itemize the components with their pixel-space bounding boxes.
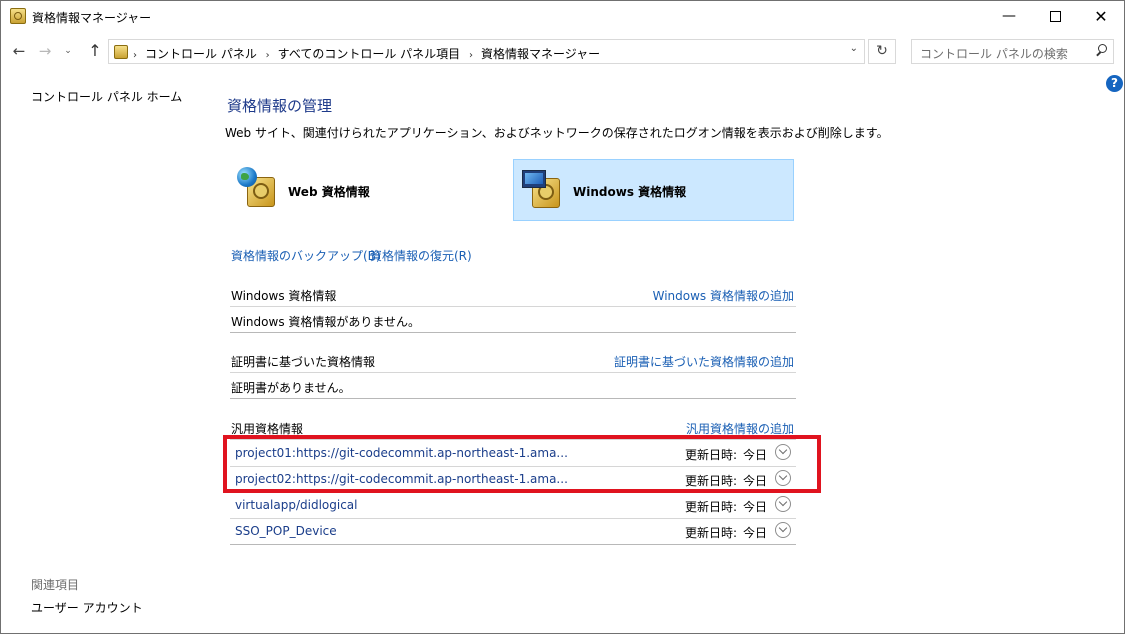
maximize-icon xyxy=(1049,10,1061,22)
back-button[interactable]: ← xyxy=(9,41,29,61)
address-bar[interactable]: › コントロール パネル › すべてのコントロール パネル項目 › 資格情報マネージャ… xyxy=(108,39,865,64)
divider xyxy=(230,544,796,545)
chevron-right-icon[interactable]: › xyxy=(133,50,137,61)
search-input[interactable]: コントロール パネルの検索 xyxy=(911,39,1114,64)
maximize-button[interactable] xyxy=(1032,1,1078,32)
credential-modified: 更新日時: 今日 xyxy=(685,524,767,541)
credential-manager-icon xyxy=(10,8,26,24)
credential-modified: 更新日時: 今日 xyxy=(685,498,767,515)
highlight-annotation xyxy=(223,435,821,493)
chevron-down-icon[interactable] xyxy=(775,522,791,538)
restore-credentials-link[interactable]: 資格情報の復元(R) xyxy=(370,247,472,264)
credential-row[interactable]: SSO_POP_Device 更新日時: 今日 xyxy=(230,518,796,544)
chevron-right-icon[interactable]: › xyxy=(469,50,473,61)
web-credentials-label: Web 資格情報 xyxy=(288,185,370,199)
minimize-button[interactable]: — xyxy=(986,1,1032,32)
modified-value: 今日 xyxy=(743,500,768,514)
backup-credentials-link[interactable]: 資格情報のバックアップ(B) xyxy=(231,247,381,264)
web-credentials-icon xyxy=(237,167,275,207)
modified-label: 更新日時: xyxy=(685,526,738,540)
modified-value: 今日 xyxy=(743,526,768,540)
chevron-down-icon[interactable]: ⌄ xyxy=(850,43,858,54)
control-panel-icon xyxy=(114,45,128,59)
up-button[interactable]: ↑ xyxy=(85,41,105,61)
sidebar-item-control-panel-home[interactable]: コントロール パネル ホーム xyxy=(31,88,182,105)
page-title: 資格情報の管理 xyxy=(227,97,333,115)
window: 資格情報マネージャー — ✕ ← → ⌄ ↑ › コントロール パネル › すべての… xyxy=(0,0,1125,634)
web-credentials-tile[interactable]: Web 資格情報 xyxy=(230,161,510,219)
search-placeholder: コントロール パネルの検索 xyxy=(920,47,1068,61)
breadcrumb-credential-manager[interactable]: 資格情報マネージャー xyxy=(481,47,600,61)
refresh-button[interactable]: ↻ xyxy=(868,39,896,64)
windows-credentials-heading: Windows 資格情報 xyxy=(231,289,337,303)
help-button[interactable]: ? xyxy=(1106,75,1123,92)
close-button[interactable]: ✕ xyxy=(1078,1,1124,32)
navigation-bar: ← → ⌄ ↑ › コントロール パネル › すべてのコントロール パネル項目 › 資… xyxy=(1,32,1124,70)
modified-label: 更新日時: xyxy=(685,500,738,514)
chevron-right-icon[interactable]: › xyxy=(266,50,270,61)
title-bar: 資格情報マネージャー — ✕ xyxy=(1,1,1124,32)
divider xyxy=(230,372,796,373)
breadcrumb: › コントロール パネル › すべてのコントロール パネル項目 › 資格情報マネージャ… xyxy=(133,45,605,62)
windows-credentials-label: Windows 資格情報 xyxy=(573,185,687,199)
divider xyxy=(230,306,796,307)
sidebar-related-heading: 関連項目 xyxy=(31,578,80,592)
credential-name[interactable]: virtualapp/didlogical xyxy=(235,498,357,512)
sidebar-item-user-accounts[interactable]: ユーザー アカウント xyxy=(31,599,143,616)
recent-locations-button[interactable]: ⌄ xyxy=(61,41,75,61)
forward-button[interactable]: → xyxy=(35,41,55,61)
add-certificate-credential-link[interactable]: 証明書に基づいた資格情報の追加 xyxy=(614,353,794,370)
chevron-down-icon[interactable] xyxy=(775,496,791,512)
breadcrumb-all-items[interactable]: すべてのコントロール パネル項目 xyxy=(278,47,461,61)
divider xyxy=(230,332,796,333)
add-windows-credential-link[interactable]: Windows 資格情報の追加 xyxy=(653,287,794,304)
credential-row[interactable]: virtualapp/didlogical 更新日時: 今日 xyxy=(230,492,796,518)
certificate-credentials-heading: 証明書に基づいた資格情報 xyxy=(231,355,376,369)
page-description: Web サイト、関連付けられたアプリケーション、およびネットワークの保存されたロ… xyxy=(225,126,889,140)
windows-credentials-icon xyxy=(522,168,560,208)
certificate-credentials-empty: 証明書がありません。 xyxy=(231,381,351,395)
window-title: 資格情報マネージャー xyxy=(32,11,152,25)
search-icon[interactable] xyxy=(1096,44,1107,54)
divider xyxy=(230,398,796,399)
credential-name[interactable]: SSO_POP_Device xyxy=(235,524,337,538)
windows-credentials-tile[interactable]: Windows 資格情報 xyxy=(513,159,794,221)
windows-credentials-empty: Windows 資格情報がありません。 xyxy=(231,315,421,329)
breadcrumb-control-panel[interactable]: コントロール パネル xyxy=(145,47,257,61)
